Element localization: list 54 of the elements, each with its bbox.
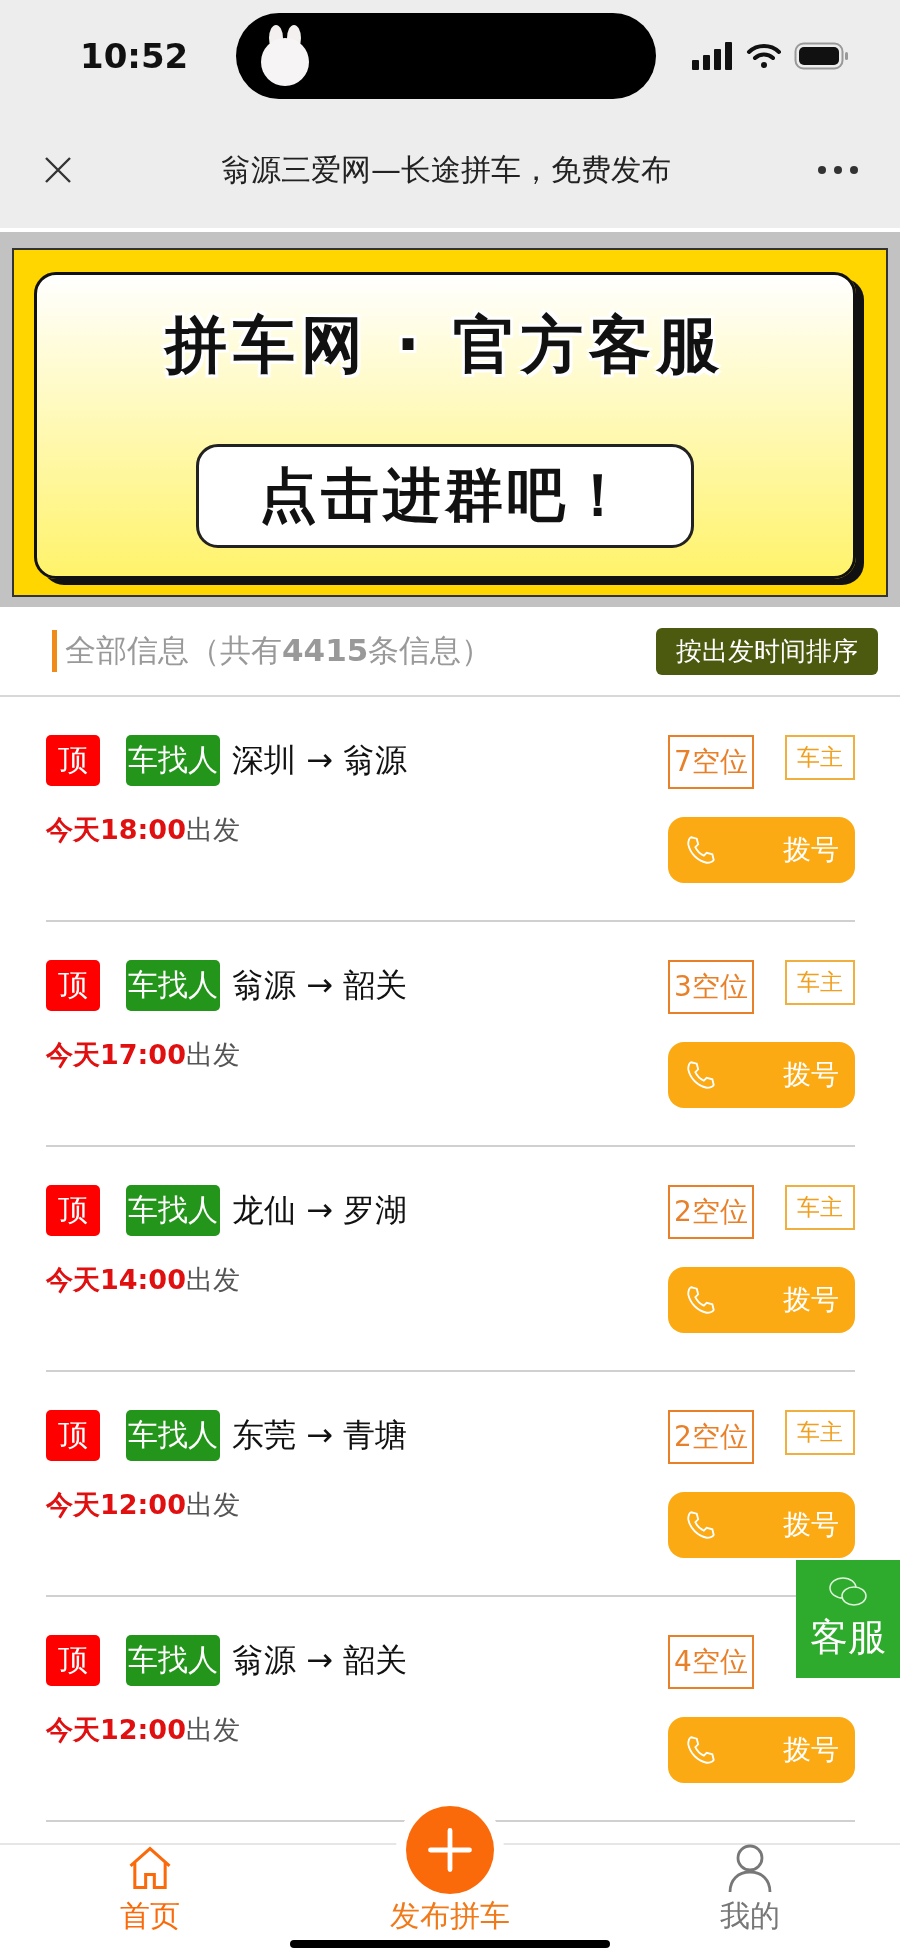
nav-tab[interactable]: 我的 [670, 1842, 830, 1951]
seats-tag: 7空位 [668, 735, 754, 789]
banner-title: 拼车网 · 官方客服 [164, 307, 726, 384]
phone-icon [684, 833, 718, 867]
route-text: 翁源 → 韶关 [232, 964, 408, 1006]
type-badge: 车找人 [126, 1635, 220, 1686]
page-title: 翁源三爱网—长途拼车，免费发布 [220, 150, 672, 189]
owner-tag: 车主 [785, 960, 855, 1005]
banner-action: 点击进群吧！ [196, 443, 694, 548]
banner[interactable]: 拼车网 · 官方客服 点击进群吧！ [12, 248, 888, 597]
pinned-badge: 顶 [46, 1410, 100, 1461]
owner-tag: 车主 [785, 1185, 855, 1230]
support-button[interactable]: 客服 [796, 1560, 900, 1678]
route-text: 翁源 → 韶关 [232, 1639, 408, 1681]
type-badge: 车找人 [126, 1185, 220, 1236]
type-badge: 车找人 [126, 735, 220, 786]
person-icon [726, 1842, 774, 1894]
signal-icon [692, 42, 734, 70]
ride-listing[interactable]: 顶 车找人 翁源 → 韶关 今天17:00出发 3空位 车主 拨号 [46, 922, 855, 1147]
route-text: 龙仙 → 罗湖 [232, 1189, 408, 1231]
seats-tag: 2空位 [668, 1410, 754, 1464]
route-text: 深圳 → 翁源 [232, 739, 408, 781]
phone-icon [684, 1733, 718, 1767]
ride-listing[interactable]: 顶 车找人 东莞 → 青塘 今天12:00出发 2空位 车主 拨号 [46, 1372, 855, 1597]
sort-button[interactable]: 按出发时间排序 [656, 627, 878, 675]
departure-text: 今天12:00出发 [46, 1488, 241, 1522]
phone-icon [684, 1508, 718, 1542]
pinned-badge: 顶 [46, 735, 100, 786]
pinned-badge: 顶 [46, 1185, 100, 1236]
more-icon[interactable] [816, 164, 860, 176]
owner-tag: 车主 [785, 735, 855, 780]
pinned-badge: 顶 [46, 960, 100, 1011]
departure-text: 今天18:00出发 [46, 813, 241, 847]
nav-tab[interactable]: 首页 [70, 1842, 230, 1951]
type-badge: 车找人 [126, 960, 220, 1011]
departure-text: 今天12:00出发 [46, 1713, 241, 1747]
phone-icon [684, 1058, 718, 1092]
route-text: 东莞 → 青塘 [232, 1414, 408, 1456]
type-badge: 车找人 [126, 1410, 220, 1461]
wifi-icon [746, 42, 782, 70]
chat-icon [828, 1575, 868, 1608]
departure-text: 今天14:00出发 [46, 1263, 241, 1297]
seats-tag: 3空位 [668, 960, 754, 1014]
owner-tag: 车主 [785, 1410, 855, 1455]
seats-tag: 2空位 [668, 1185, 754, 1239]
ride-listing[interactable]: 顶 车找人 深圳 → 翁源 今天18:00出发 7空位 车主 拨号 [46, 697, 855, 922]
seats-tag: 4空位 [668, 1635, 754, 1689]
phone-icon [684, 1283, 718, 1317]
departure-text: 今天17:00出发 [46, 1038, 241, 1072]
ride-listing[interactable]: 顶 车找人 龙仙 → 罗湖 今天14:00出发 2空位 车主 拨号 [46, 1147, 855, 1372]
pinned-badge: 顶 [46, 1635, 100, 1686]
list-header: 全部信息（共有4415条信息） [52, 630, 493, 672]
battery-icon [794, 42, 850, 70]
status-time: 10:52 [80, 36, 190, 76]
